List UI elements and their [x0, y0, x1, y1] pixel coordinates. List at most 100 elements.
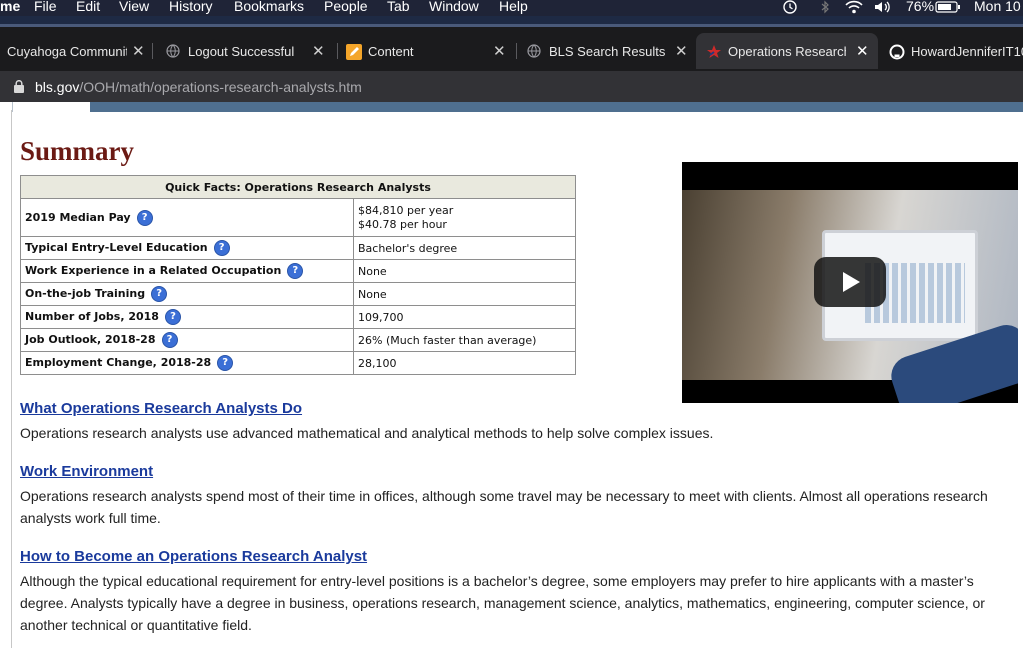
fact-label: Job Outlook, 2018-28?: [20, 328, 354, 352]
help-icon[interactable]: ?: [287, 263, 304, 279]
nav-tab-active[interactable]: [12, 102, 91, 112]
menu-window[interactable]: Window: [429, 0, 479, 13]
menu-tab[interactable]: Tab: [387, 0, 410, 13]
play-button-icon[interactable]: [814, 257, 886, 307]
url-path: /OOH/math/operations-research-analysts.h…: [79, 79, 362, 95]
tab-content[interactable]: Content ✕: [338, 33, 516, 69]
tab-title: Cuyahoga Communit: [7, 43, 127, 59]
section-link-what-they-do[interactable]: What Operations Research Analysts Do: [20, 400, 302, 417]
fact-label: Employment Change, 2018-28?: [20, 351, 354, 375]
fact-label: Typical Entry-Level Education?: [20, 236, 354, 260]
menu-file[interactable]: File: [34, 0, 57, 13]
close-icon[interactable]: ✕: [132, 42, 145, 60]
help-icon[interactable]: ?: [161, 332, 178, 348]
volume-icon[interactable]: [873, 0, 893, 16]
help-icon[interactable]: ?: [151, 286, 168, 302]
fact-label: Work Experience in a Related Occupation?: [20, 259, 354, 283]
close-icon[interactable]: ✕: [856, 42, 869, 60]
menu-bookmarks[interactable]: Bookmarks: [234, 0, 304, 13]
tab-separator: [152, 43, 153, 59]
tab-cuyahoga[interactable]: Cuyahoga Communit ✕: [0, 33, 160, 69]
time-machine-icon[interactable]: [781, 0, 799, 16]
tab-title: Content: [368, 43, 414, 59]
close-icon[interactable]: ✕: [675, 42, 688, 60]
quick-facts-title: Quick Facts: Operations Research Analyst…: [20, 175, 576, 199]
fact-label-text: Number of Jobs, 2018: [25, 310, 159, 323]
fact-value: Bachelor's degree: [353, 236, 576, 260]
help-icon[interactable]: ?: [213, 240, 230, 256]
table-row: Job Outlook, 2018-28? 26% (Much faster t…: [20, 328, 576, 352]
nav-bar-strip[interactable]: [90, 102, 1023, 112]
menu-edit[interactable]: Edit: [76, 0, 100, 13]
table-row: Work Experience in a Related Occupation?…: [20, 259, 576, 283]
help-icon[interactable]: ?: [217, 355, 234, 371]
content-border: [11, 110, 12, 648]
url-host: bls.gov: [35, 79, 80, 95]
menu-people[interactable]: People: [324, 0, 368, 13]
menu-history[interactable]: History: [169, 0, 213, 13]
github-icon: [889, 44, 905, 60]
globe-icon: [527, 44, 541, 58]
table-row: 2019 Median Pay? $84,810 per year $40.78 …: [20, 198, 576, 237]
fact-value: None: [353, 259, 576, 283]
section-link-work-environment[interactable]: Work Environment: [20, 463, 153, 480]
site-nav-bar: [0, 102, 1023, 114]
star-icon: [706, 44, 721, 58]
fact-value: 109,700: [353, 305, 576, 329]
close-icon[interactable]: ✕: [312, 42, 325, 60]
tab-github[interactable]: HowardJenniferIT10: [878, 33, 1023, 69]
video-player[interactable]: [682, 162, 1018, 403]
menu-bar-underline: [0, 16, 1023, 27]
globe-icon: [166, 44, 180, 58]
battery-icon[interactable]: [935, 0, 961, 16]
table-row: Employment Change, 2018-28? 28,100: [20, 351, 576, 375]
table-row: On-the-job Training? None: [20, 282, 576, 306]
tab-logout[interactable]: Logout Successful ✕: [160, 33, 338, 69]
section-link-how-to-become[interactable]: How to Become an Operations Research Ana…: [20, 548, 367, 565]
fact-value: 28,100: [353, 351, 576, 375]
app-menu[interactable]: me: [0, 0, 20, 13]
table-row: Typical Entry-Level Education? Bachelor'…: [20, 236, 576, 260]
menu-help[interactable]: Help: [499, 0, 528, 13]
menu-view[interactable]: View: [119, 0, 149, 13]
battery-percent: 76%: [906, 0, 935, 14]
tab-title: BLS Search Results: [549, 43, 666, 59]
url-text[interactable]: bls.gov/OOH/math/operations-research-ana…: [35, 79, 362, 95]
fact-label: Number of Jobs, 2018?: [20, 305, 354, 329]
fact-label-text: On-the-job Training: [25, 287, 146, 300]
section-text-work-environment: Operations research analysts spend most …: [20, 488, 988, 526]
fact-label: On-the-job Training?: [20, 282, 354, 306]
clock[interactable]: Mon 10: [974, 0, 1021, 13]
fact-value: $84,810 per year $40.78 per hour: [353, 198, 576, 237]
section-text-what-they-do: Operations research analysts use advance…: [20, 425, 714, 441]
tab-title: Operations Research: [728, 43, 846, 59]
fact-value: None: [353, 282, 576, 306]
tab-bls-search[interactable]: BLS Search Results ✕: [517, 33, 695, 69]
bluetooth-icon[interactable]: [820, 0, 830, 16]
tab-strip: Cuyahoga Communit ✕ Logout Successful ✕ …: [0, 27, 1023, 71]
page-title: Summary: [20, 136, 134, 166]
fact-label: 2019 Median Pay?: [20, 198, 354, 237]
fact-label-text: Job Outlook, 2018-28: [25, 333, 156, 346]
menu-bar: me File Edit View History Bookmarks Peop…: [0, 0, 1023, 16]
tab-operations-research[interactable]: Operations Research ✕: [696, 33, 878, 69]
quick-facts-table: Quick Facts: Operations Research Analyst…: [20, 175, 576, 375]
lock-icon[interactable]: [14, 80, 24, 96]
wifi-icon[interactable]: [844, 0, 864, 16]
address-bar[interactable]: bls.gov/OOH/math/operations-research-ana…: [0, 71, 1023, 102]
edit-icon: [346, 44, 362, 60]
fact-label-text: Work Experience in a Related Occupation: [25, 264, 282, 277]
fact-value: 26% (Much faster than average): [353, 328, 576, 352]
help-icon[interactable]: ?: [164, 309, 181, 325]
fact-label-text: 2019 Median Pay: [25, 210, 131, 224]
fact-value-line: $40.78 per hour: [358, 217, 447, 231]
table-row: Number of Jobs, 2018? 109,700: [20, 305, 576, 329]
tab-title: HowardJenniferIT10: [911, 43, 1023, 59]
fact-value-line: $84,810 per year: [358, 203, 454, 217]
fact-label-text: Employment Change, 2018-28: [25, 356, 212, 369]
help-icon[interactable]: ?: [136, 209, 153, 226]
tab-title: Logout Successful: [188, 43, 295, 59]
fact-label-text: Typical Entry-Level Education: [25, 241, 208, 254]
close-icon[interactable]: ✕: [493, 42, 506, 60]
section-text-how-to-become: Although the typical educational require…: [20, 573, 985, 633]
